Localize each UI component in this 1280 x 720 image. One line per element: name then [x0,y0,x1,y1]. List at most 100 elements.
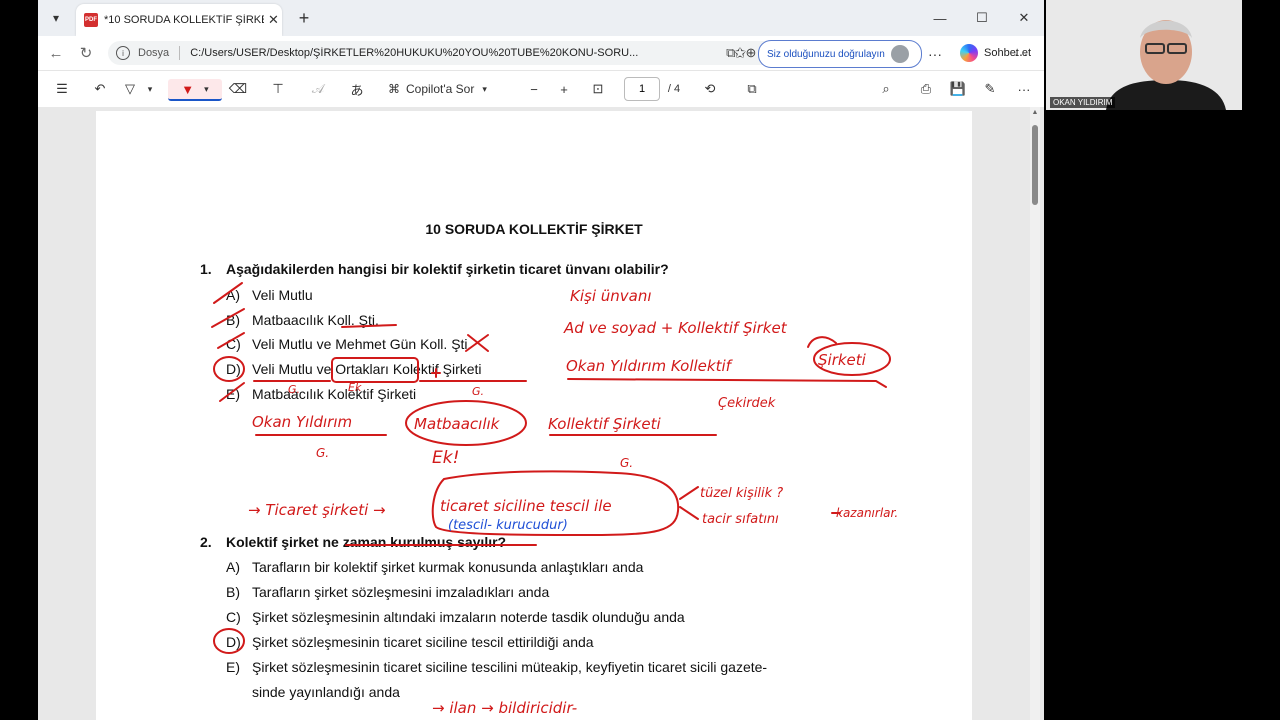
rotate-icon[interactable]: ⟲ [700,79,720,99]
pdf-file-icon: PDF [84,13,98,27]
browser-window: ▾ PDF *10 SORUDA KOLLEKTİF ŞİRKET Ç... ✕… [38,0,1044,720]
copilot-icon: ⌘ [388,82,400,96]
annotation-g4: G. [620,456,633,470]
arrow-curve [807,336,837,348]
search-icon[interactable]: ⌕ [876,79,896,99]
avatar [890,45,909,63]
close-window-button[interactable]: ✕ [1004,6,1044,30]
refresh-button[interactable]: ↻ [74,41,98,65]
info-icon[interactable]: i [116,46,130,60]
q1-option-a: A) Veli Mutlu [226,287,313,303]
address-bar-row: ← ↻ i Dosya C:/Users/USER/Desktop/ŞİRKET… [38,36,1044,70]
q1-option-c: C) Veli Mutlu ve Mehmet Gün Koll. Şti. [226,336,472,352]
annotation-okan-line: Okan Yıldırım Kollektif [566,357,734,375]
highlight-icon[interactable]: ▽ [120,79,140,99]
annotation-tescil-kurucu: (tescil- kurucudur) [448,518,568,533]
translate-icon[interactable]: あ [346,79,368,99]
annotation-sirketi: Şirketi [818,351,867,369]
q1-option-e: E) Matbaacılık Kolektif Şirketi [226,386,417,402]
vertical-scrollbar[interactable]: ▲ [1030,107,1040,720]
annotation-kazanirlar: kazanırlar. [836,506,898,520]
q2-option-a: A) Tarafların bir kolektif şirket kurmak … [226,559,644,575]
annotation-kisi-unvani: Kişi ünvanı [570,287,652,305]
annotation-okan2: Okan Yıldırım [252,413,352,431]
annotation-kollektif-sirketi: Kollektif Şirketi [548,415,661,433]
tab-title: *10 SORUDA KOLLEKTİF ŞİRKET Ç... [104,14,264,26]
copilot-ask-label: Copilot'a Sor [406,82,475,96]
tab-active-pdf[interactable]: PDF *10 SORUDA KOLLEKTİF ŞİRKET Ç... ✕ [76,4,282,36]
url-scheme-label: Dosya [138,47,170,59]
maximize-button[interactable]: ☐ [962,6,1002,30]
pdf-toolbar: ☰ ↶ ▽ ▾ ▼ ▾ ⌫ ⊤ 𝒜 あ ⌘ Copilot'a Sor ▾ − … [38,70,1044,108]
annotation-tescil-ile: ticaret siciline tescil ile [440,497,612,515]
annotation-tuzel-kisilik: tüzel kişilik ? [700,486,783,501]
verify-identity-button[interactable]: Siz olduğunuzu doğrulayın [758,40,922,68]
chevron-down-icon: ▾ [482,83,487,94]
more-options-icon[interactable]: ··· [928,46,942,62]
annotation-ad-soyad: Ad ve soyad + Kollektif Şirket [563,319,788,337]
chevron-down-icon: ▾ [52,11,60,25]
handwritten-annotations: Kişi ünvanı Ad ve soyad + Kollektif Şirk… [211,282,898,717]
q2-option-e-continued: sinde yayınlandığı anda [252,684,400,700]
read-aloud-icon[interactable]: 𝒜 [308,79,328,99]
pen-icon: ▼ [181,81,195,97]
document-title: 10 SORUDA KOLLEKTİF ŞİRKET [425,221,643,237]
annotation-g2: G. [472,385,484,398]
annotation-matbaacilik: Matbaacılık [414,415,501,433]
q1-option-d: D) Veli Mutlu ve Ortakları Kolektif Şirke… [226,361,482,377]
page-total: / 4 [667,83,681,95]
new-tab-button[interactable]: + [292,6,316,30]
pdf-page[interactable]: 10 SORUDA KOLLEKTİF ŞİRKET 1. Aşağıdakile… [96,111,972,720]
q1-option-b: B) Matbaacılık Koll. Şti. [226,312,379,328]
text-box-icon[interactable]: ⊤ [268,79,288,99]
pdf-more-options-icon[interactable]: ··· [1014,79,1034,99]
page-view-icon[interactable]: ⧉ [742,79,762,99]
url-divider [179,46,181,60]
zoom-out-icon[interactable]: − [524,79,544,99]
fit-page-icon[interactable]: ⊡ [588,79,608,99]
settings-menu-icon[interactable]: ··· [1014,46,1028,62]
annotation-tacir-sifati: tacir sıfatını [702,512,779,527]
question-1: 1. Aşağıdakilerden hangisi bir kolektif ş… [200,261,669,277]
bracket-arrows [679,486,699,520]
undo-icon[interactable]: ↶ [90,79,110,99]
tab-actions-menu-button[interactable]: ▾ [44,6,68,30]
print-icon[interactable]: ⎙ [916,79,936,99]
tab-bar: ▾ PDF *10 SORUDA KOLLEKTİF ŞİRKET Ç... ✕… [38,0,1044,36]
q2-option-e: E) Şirket sözleşmesinin ticaret siciline … [226,659,768,675]
scroll-thumb[interactable] [1032,125,1038,205]
underline-okan-line [567,378,887,388]
circle-matbaacilik [405,400,527,446]
pdf-viewer: 10 SORUDA KOLLEKTİF ŞİRKET 1. Aşağıdakile… [38,107,1044,720]
circle-tescil [431,470,680,537]
zoom-in-icon[interactable]: + [554,79,574,99]
q2-option-c: C) Şirket sözleşmesinin altındaki imzalar… [226,609,685,625]
copilot-ask-button[interactable]: ⌘ Copilot'a Sor ▾ [388,79,508,99]
eraser-icon[interactable]: ⌫ [228,79,248,99]
presenter-name: OKAN YILDIRIM [1050,97,1116,108]
minimize-button[interactable]: — [920,6,960,30]
question-2: 2. Kolektif şirket ne zaman kurulmuş sayı… [200,534,507,550]
chevron-down-icon: ▾ [204,83,209,94]
address-bar[interactable]: i Dosya C:/Users/USER/Desktop/ŞİRKETLER%… [108,41,788,65]
draw-tool-button[interactable]: ▼ ▾ [168,79,222,101]
annotation-ilan: → ilan → bildiricidir- [432,699,577,717]
verify-label: Siz olduğunuzu doğrulayın [767,48,885,60]
presenter-video [1046,0,1242,110]
contents-icon[interactable]: ☰ [52,79,72,99]
annotation-cekirdek: Çekirdek [718,396,776,411]
url-text[interactable]: C:/Users/USER/Desktop/ŞİRKETLER%20HUKUKU… [190,47,660,59]
save-as-icon[interactable]: ✎ [980,79,1000,99]
circle-sirketi [813,342,891,376]
scroll-up-icon[interactable]: ▲ [1030,109,1040,119]
back-button[interactable]: ← [44,41,68,65]
webcam-overlay: OKAN YILDIRIM [1046,0,1242,110]
highlight-dropdown-icon[interactable]: ▾ [144,79,156,99]
q2-option-b: B) Tarafların şirket sözleşmesini imzalad… [226,584,550,600]
close-tab-icon[interactable]: ✕ [268,12,279,28]
page-number-input[interactable]: 1 [624,77,660,101]
q2-option-d: D) Şirket sözleşmesinin ticaret siciline … [226,634,594,650]
save-icon[interactable]: 💾 [948,79,968,99]
annotation-ticaret-sirketi: → Ticaret şirketi → [248,501,386,519]
favorites-icon[interactable]: ✩ [728,41,752,65]
